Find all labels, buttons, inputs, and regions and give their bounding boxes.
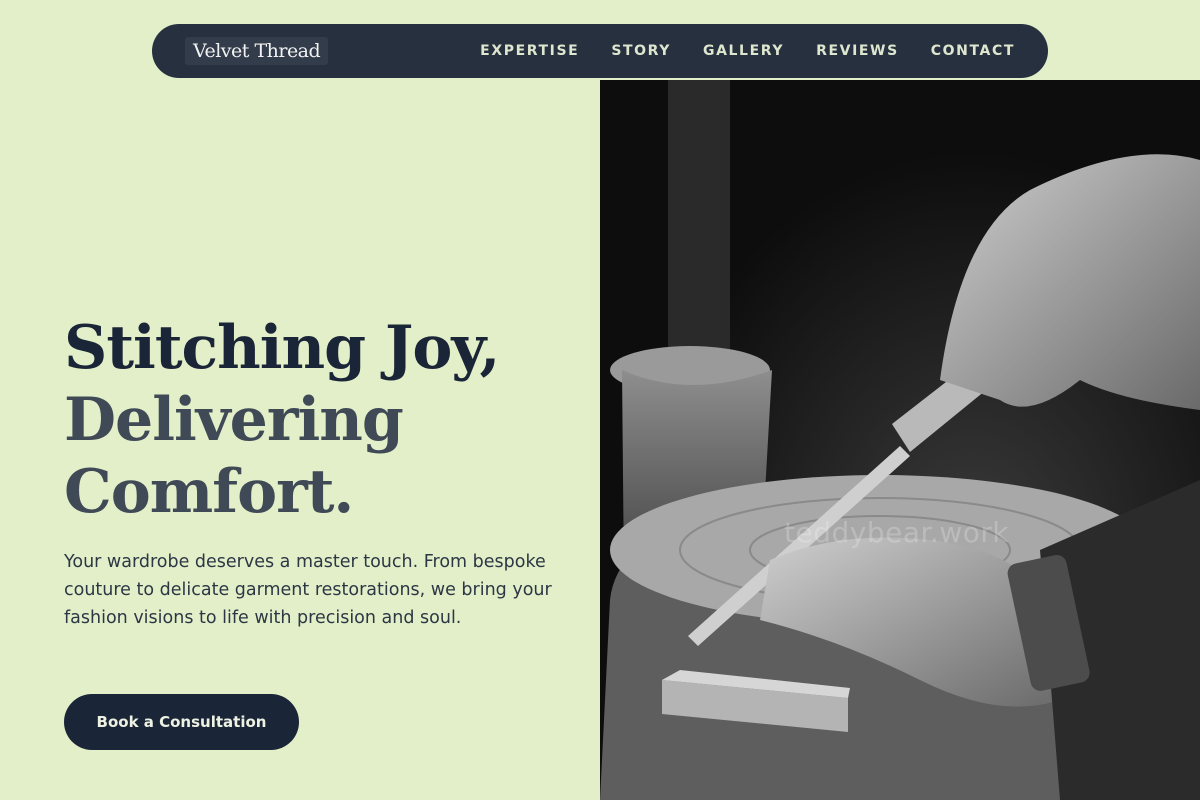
headline-line-1: Stitching Joy, bbox=[64, 313, 500, 383]
nav-link-gallery[interactable]: GALLERY bbox=[703, 43, 784, 59]
hero-copy: Stitching Joy, Delivering Comfort. Your … bbox=[64, 312, 564, 632]
nav-link-story[interactable]: STORY bbox=[611, 43, 671, 59]
nav-link-expertise[interactable]: EXPERTISE bbox=[480, 43, 579, 59]
book-consultation-button[interactable]: Book a Consultation bbox=[64, 694, 299, 750]
top-navigation: Velvet Thread EXPERTISE STORY GALLERY RE… bbox=[152, 24, 1048, 78]
hero-subtext: Your wardrobe deserves a master touch. F… bbox=[64, 552, 552, 628]
headline-line-2: Delivering bbox=[64, 385, 404, 455]
nav-link-reviews[interactable]: REVIEWS bbox=[816, 43, 899, 59]
brand-logo[interactable]: Velvet Thread bbox=[185, 37, 329, 65]
image-watermark: teddybear.work bbox=[784, 516, 1010, 549]
nav-links: EXPERTISE STORY GALLERY REVIEWS CONTACT bbox=[480, 43, 1015, 59]
nav-link-contact[interactable]: CONTACT bbox=[931, 43, 1015, 59]
hero-image-woodcarving bbox=[600, 80, 1200, 800]
headline-line-3: Comfort. bbox=[64, 457, 354, 527]
hero-headline: Stitching Joy, Delivering Comfort. bbox=[64, 312, 564, 528]
woodcarving-illustration bbox=[600, 80, 1200, 800]
